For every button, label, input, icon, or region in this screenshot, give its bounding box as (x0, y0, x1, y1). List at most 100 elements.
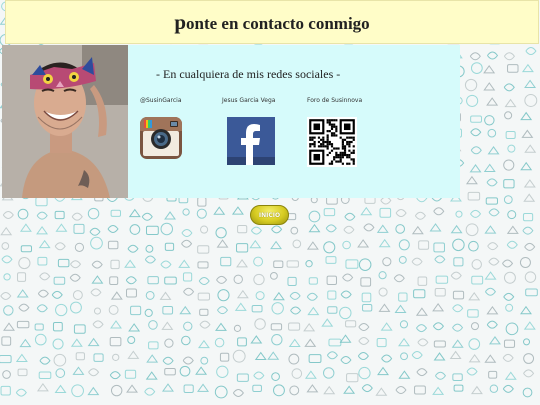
doodle-shape (363, 223, 375, 232)
doodle-shape (411, 225, 424, 235)
doodle-shape (198, 277, 210, 285)
doodle-shape (182, 272, 193, 282)
profile-photo (2, 45, 128, 198)
doodle-shape (145, 225, 159, 236)
doodle-shape (237, 337, 247, 347)
doodle-shape (521, 129, 534, 138)
doodle-shape (70, 338, 83, 347)
doodle-shape (109, 336, 122, 347)
doodle-shape (55, 223, 68, 232)
doodle-shape (52, 338, 64, 350)
doodle-shape (305, 260, 313, 268)
forum-qr-link[interactable] (307, 117, 357, 172)
doodle-shape (38, 371, 52, 379)
doodle-shape (144, 308, 153, 317)
doodle-shape (181, 229, 193, 237)
doodle-shape (70, 260, 82, 269)
doodle-shape (395, 209, 407, 218)
doodle-shape (145, 290, 155, 300)
doodle-shape (376, 337, 387, 348)
doodle-shape (159, 291, 172, 300)
doodle-shape (464, 78, 478, 92)
doodle-shape (358, 258, 372, 271)
doodle-shape (90, 288, 102, 297)
doodle-shape (340, 355, 352, 364)
doodle-shape (503, 271, 516, 284)
doodle-shape (520, 111, 533, 121)
doodle-shape (197, 292, 211, 301)
doodle-shape (145, 244, 154, 253)
doodle-shape (433, 340, 446, 348)
doodle-shape (253, 273, 265, 286)
doodle-shape (524, 242, 536, 251)
doodle-shape (433, 352, 446, 361)
facebook-link[interactable] (227, 117, 275, 170)
doodle-shape (433, 242, 445, 253)
doodle-shape (398, 292, 408, 302)
doodle-shape (327, 290, 337, 300)
doodle-shape (399, 320, 409, 329)
doodle-shape (199, 320, 211, 329)
doodle-shape (522, 212, 534, 222)
doodle-shape (429, 223, 442, 232)
doodle-shape (468, 291, 481, 301)
doodle-shape (1, 242, 10, 250)
doodle-shape (484, 271, 497, 280)
doodle-shape (484, 225, 497, 234)
doodle-shape (34, 323, 44, 331)
doodle-shape (470, 322, 480, 331)
doodle-shape (232, 349, 246, 363)
doodle-shape (89, 227, 101, 236)
doodle-shape (503, 339, 516, 348)
doodle-shape (382, 257, 392, 267)
doodle-shape (470, 209, 482, 218)
doodle-shape (3, 322, 15, 331)
doodle-shape (486, 178, 498, 187)
doodle-shape (417, 338, 429, 347)
doodle-shape (432, 322, 444, 331)
instagram-link[interactable] (140, 117, 182, 164)
doodle-shape (54, 384, 67, 394)
doodle-shape (181, 335, 191, 346)
doodle-shape (393, 274, 405, 283)
doodle-shape (162, 305, 174, 315)
doodle-shape (507, 144, 516, 153)
doodle-shape (489, 384, 499, 393)
doodle-shape (145, 371, 158, 380)
doodle-shape (109, 371, 121, 380)
doodle-shape (523, 369, 535, 378)
doodle-shape (147, 276, 159, 285)
doodle-shape (127, 336, 136, 345)
doodle-shape (164, 276, 177, 285)
doodle-shape (250, 226, 262, 235)
doodle-shape (415, 307, 428, 316)
doodle-shape (450, 224, 463, 234)
doodle-shape (503, 52, 515, 61)
doodle-shape (469, 164, 482, 173)
doodle-shape (179, 305, 192, 315)
doodle-shape (433, 207, 445, 216)
doodle-shape (326, 351, 338, 360)
doodle-shape (395, 224, 406, 234)
doodle-shape (110, 259, 120, 270)
doodle-shape (107, 224, 119, 233)
doodle-shape (124, 369, 137, 379)
doodle-shape (18, 303, 30, 312)
doodle-shape (325, 224, 337, 233)
doodle-shape (126, 288, 137, 298)
doodle-shape (308, 354, 322, 363)
doodle-shape (251, 304, 263, 313)
doodle-shape (380, 196, 392, 205)
doodle-shape (290, 306, 302, 315)
doodle-shape (183, 287, 195, 296)
facebook-name: Jesus Garcia Vega (222, 97, 276, 104)
doodle-shape (216, 365, 229, 378)
doodle-shape (196, 208, 207, 219)
doodle-shape (483, 163, 496, 172)
doodle-shape (377, 366, 389, 376)
inicio-button[interactable]: INICIO (250, 205, 289, 225)
doodle-shape (503, 292, 515, 301)
doodle-shape (75, 352, 85, 361)
doodle-shape (362, 304, 373, 312)
doodle-shape (504, 371, 517, 380)
